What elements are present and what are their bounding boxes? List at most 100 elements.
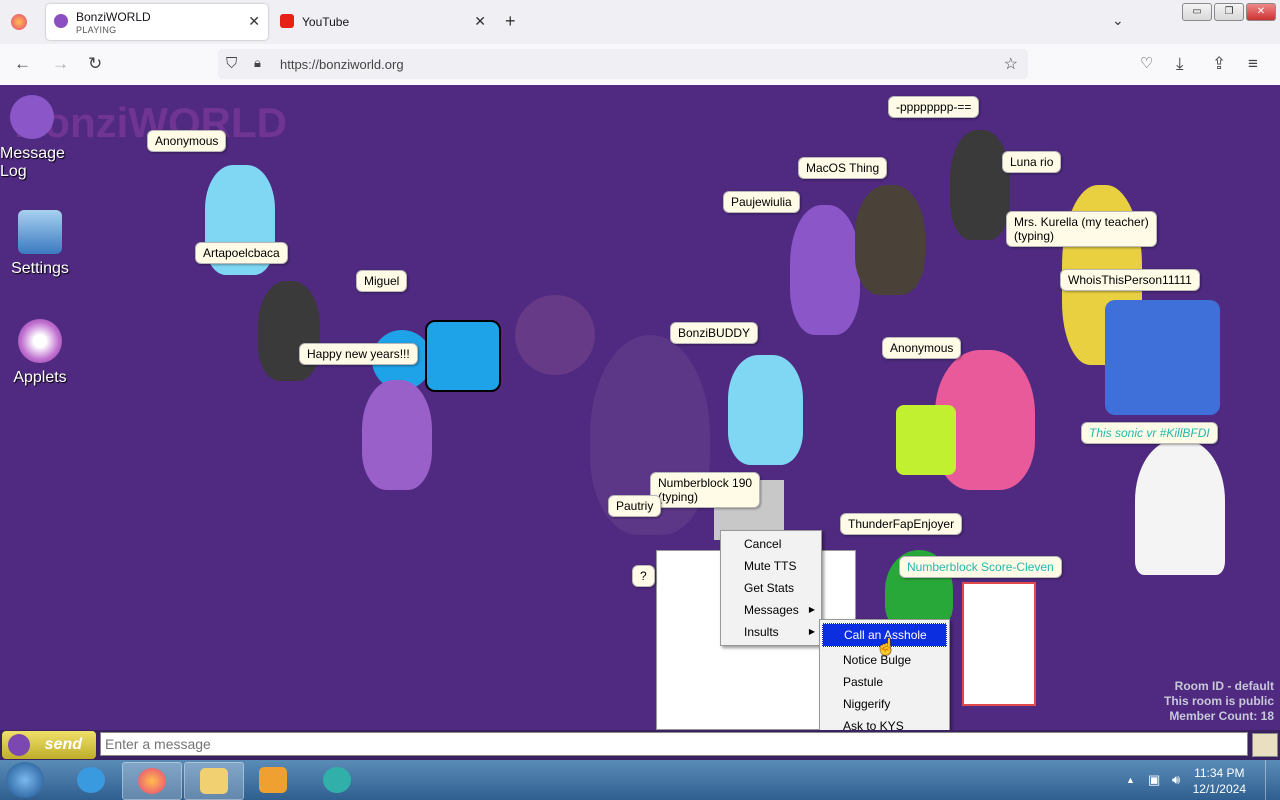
computer-icon — [18, 210, 62, 254]
taskbar-file-explorer[interactable] — [184, 762, 244, 800]
menu-item-label: Insults — [744, 625, 779, 639]
bonziworld-canvas[interactable]: BonziWORLD Message Log Settings Applets … — [0, 85, 1280, 730]
tray-up-arrow-icon[interactable]: ▲ — [1126, 775, 1135, 785]
bonzi-favicon — [54, 14, 68, 28]
user-name-bubble: This sonic vr #KillBFDI — [1081, 422, 1218, 444]
user-name-bubble: BonziBUDDY — [670, 322, 759, 344]
tab-title: BonziWORLD — [76, 10, 151, 24]
menu-icon[interactable]: ≡ — [1248, 54, 1258, 74]
lock-icon[interactable]: 🔒︎ — [254, 55, 261, 71]
user-name-bubble: -pppppppp-== — [888, 96, 980, 118]
menu-item-niggerify[interactable]: Niggerify — [820, 693, 949, 715]
character-avatar[interactable] — [950, 130, 1010, 240]
bonzi-send-icon — [8, 734, 30, 756]
menu-item-cancel[interactable]: Cancel — [721, 533, 821, 555]
insults-submenu: Call an Asshole Notice Bulge Pastule Nig… — [819, 619, 950, 730]
desktop-icon-label: Applets — [13, 369, 67, 386]
back-icon[interactable]: ← — [14, 54, 31, 74]
settings-icon[interactable]: Settings — [0, 210, 80, 278]
user-name-bubble: Numberblock 190 (typing) — [650, 472, 761, 508]
tab-subtitle: PLAYING — [76, 25, 117, 35]
send-button[interactable]: send — [2, 731, 96, 759]
user-name-bubble: Happy new years!!! — [299, 343, 418, 365]
menu-item-get-stats[interactable]: Get Stats — [721, 577, 821, 599]
forward-icon[interactable]: → — [52, 54, 69, 74]
character-avatar[interactable] — [962, 582, 1036, 706]
nav-bar: ← → ↻ ⛉ 🔒︎ https://bonziworld.org ☆ ♡ ⤓ … — [0, 44, 1280, 86]
submenu-arrow-icon: ▶ — [808, 627, 815, 636]
user-name-bubble: Miguel — [356, 270, 408, 292]
message-input[interactable] — [100, 732, 1248, 756]
character-avatar[interactable] — [1105, 300, 1220, 415]
firefox-icon[interactable] — [11, 14, 27, 30]
menu-item-ask-to-kys[interactable]: Ask to KYS — [820, 715, 949, 730]
bookmark-star-icon[interactable]: ☆ — [1004, 54, 1018, 74]
menu-item-label: Messages — [744, 603, 799, 617]
folder-icon — [200, 768, 228, 794]
applets-icon[interactable]: Applets — [0, 319, 80, 387]
user-name: Mrs. Kurella (my teacher) — [1014, 215, 1149, 229]
tab-bonziworld[interactable]: BonziWORLD PLAYING ✕ — [46, 4, 268, 40]
close-tab-icon[interactable]: ✕ — [474, 13, 486, 30]
menu-item-messages[interactable]: Messages ▶ — [721, 599, 821, 621]
user-name-bubble: MacOS Thing — [798, 157, 888, 179]
desktop-icon-label: Message Log — [0, 145, 65, 180]
restore-button[interactable]: ❐ — [1214, 3, 1244, 21]
app-icon — [323, 767, 351, 793]
user-name-bubble: Paujewiulia — [723, 191, 800, 213]
clock[interactable]: 11:34 PM 12/1/2024 — [1193, 765, 1246, 797]
message-log-icon[interactable]: Message Log — [0, 95, 72, 181]
cd-icon — [18, 319, 62, 363]
user-name-bubble: Anonymous — [147, 130, 227, 152]
hand-cursor-icon: ☝ — [876, 639, 896, 656]
windows-start-icon[interactable] — [6, 762, 44, 798]
firefox-icon — [138, 768, 166, 794]
address-bar[interactable]: ⛉ 🔒︎ https://bonziworld.org ☆ — [218, 49, 1028, 79]
youtube-favicon — [280, 14, 294, 28]
character-avatar[interactable] — [362, 380, 432, 490]
send-label: send — [44, 736, 82, 753]
menu-item-mute-tts[interactable]: Mute TTS — [721, 555, 821, 577]
minimize-button[interactable]: ▭ — [1182, 3, 1212, 21]
character-avatar[interactable] — [258, 281, 320, 381]
menu-item-insults[interactable]: Insults ▶ — [721, 621, 821, 643]
volume-icon[interactable]: 🔊︎ — [1172, 772, 1180, 788]
user-name: Numberblock 190 — [658, 476, 753, 490]
show-desktop-button[interactable] — [1265, 760, 1280, 800]
taskbar-firefox[interactable] — [122, 762, 182, 800]
character-avatar[interactable] — [1135, 440, 1225, 575]
taskbar-internet-explorer[interactable] — [62, 762, 120, 798]
character-avatar[interactable] — [896, 405, 956, 475]
room-visibility: This room is public — [1163, 694, 1274, 708]
close-tab-icon[interactable]: ✕ — [248, 13, 260, 30]
close-window-button[interactable]: ✕ — [1246, 3, 1276, 21]
character-avatar[interactable] — [728, 355, 803, 465]
taskbar: ▲ ▣ 🔊︎ 11:34 PM 12/1/2024 — [0, 760, 1280, 800]
clock-date: 12/1/2024 — [1192, 782, 1246, 796]
character-avatar[interactable] — [425, 320, 501, 392]
menu-item-pastule[interactable]: Pastule — [820, 671, 949, 693]
shield-icon[interactable]: ⛉ — [226, 55, 237, 72]
character-avatar[interactable] — [790, 205, 860, 335]
new-tab-button[interactable]: + — [505, 11, 516, 32]
room-info: Room ID - default This room is public Me… — [1164, 679, 1274, 724]
user-name-bubble: WhoisThisPerson11111 — [1060, 269, 1200, 291]
tab-youtube[interactable]: YouTube ✕ — [272, 4, 494, 40]
url-text[interactable]: https://bonziworld.org — [280, 57, 404, 72]
background-globe — [515, 295, 595, 375]
taskbar-media-player[interactable] — [244, 762, 302, 798]
room-id: Room ID - default — [1174, 679, 1274, 693]
reload-icon[interactable]: ↻ — [88, 54, 102, 74]
extensions-icon[interactable]: ⇪ — [1212, 54, 1226, 74]
media-player-icon — [259, 767, 287, 793]
user-name-bubble: Mrs. Kurella (my teacher) (typing) — [1006, 211, 1157, 247]
taskbar-app[interactable] — [308, 762, 366, 798]
chevron-down-icon[interactable]: ⌄ — [1112, 12, 1124, 29]
user-name-bubble: ? — [632, 565, 655, 587]
user-name-bubble: Artapoelcbaca — [195, 242, 288, 264]
download-icon[interactable]: ⤓ — [1176, 54, 1184, 74]
attach-icon[interactable] — [1252, 733, 1278, 757]
network-icon[interactable]: ▣ — [1148, 772, 1160, 788]
pocket-icon[interactable]: ♡ — [1140, 54, 1153, 72]
character-avatar[interactable] — [855, 185, 925, 295]
